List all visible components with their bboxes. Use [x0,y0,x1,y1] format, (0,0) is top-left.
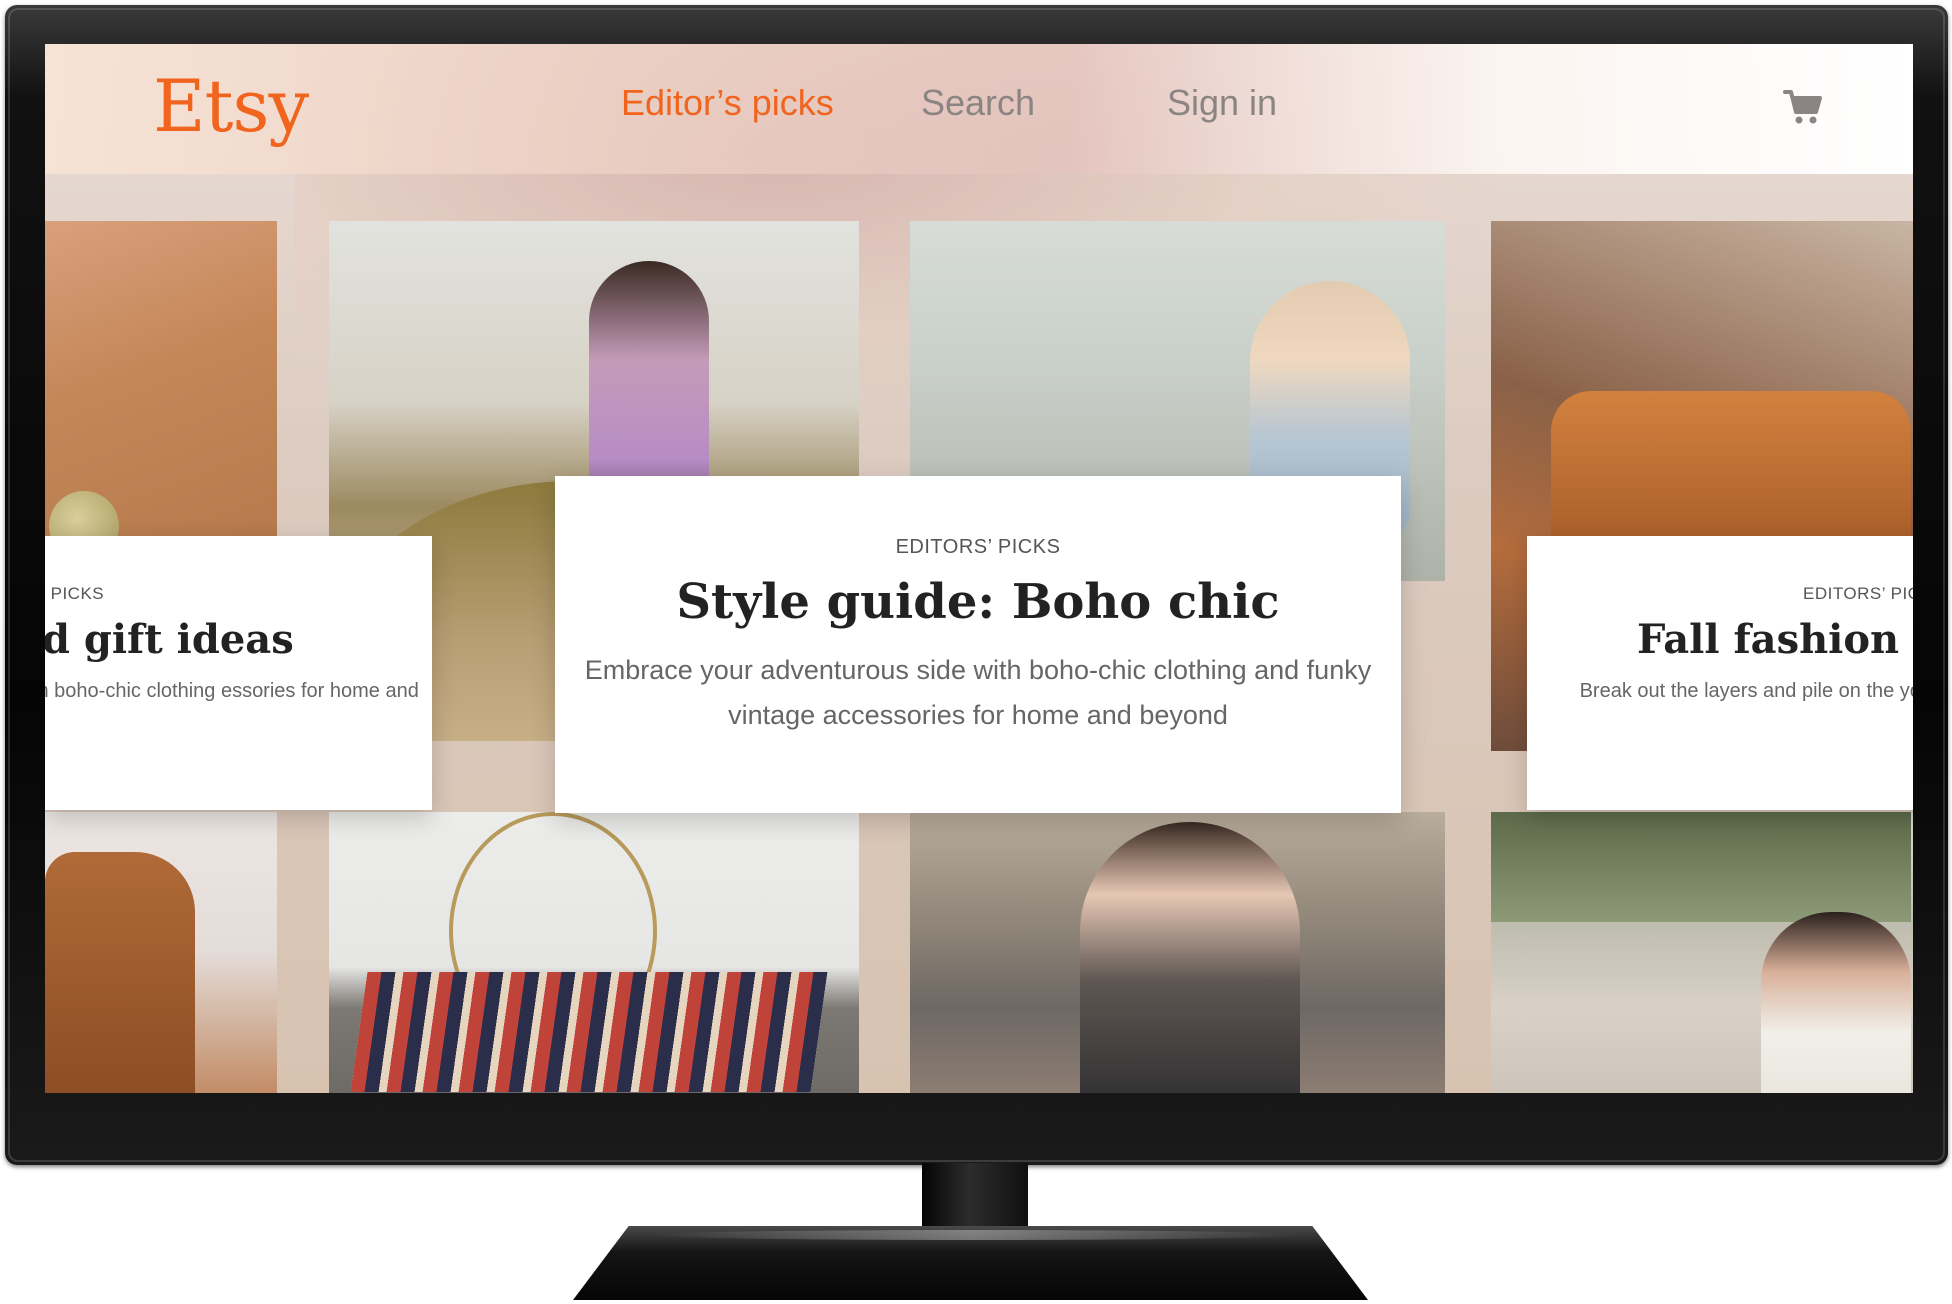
card-title: kind gift ideas [45,616,294,663]
card-gift-ideas[interactable]: EDITORS’ PICKS kind gift ideas ous side … [45,536,432,810]
card-description: ous side with boho-chic clothing essorie… [45,680,419,702]
card-kicker: EDITORS’ PICKS [45,584,105,603]
tv-base-highlight [650,1230,1300,1240]
card-kicker: EDITORS’ PIC [1803,584,1913,603]
card-kicker: EDITORS’ PICKS [895,536,1061,558]
cart-icon[interactable] [1781,84,1825,128]
tv-stand-neck [922,1163,1028,1233]
tile-pendant[interactable] [45,221,277,541]
card-title: Style guide: Boho chic [676,574,1280,630]
top-nav-bar: Etsy Editor’s picks Search Sign in [45,44,1913,174]
card-style-guide-boho-chic[interactable]: EDITORS’ PICKS Style guide: Boho chic Em… [555,476,1401,813]
dreamcatcher-model-image [1761,912,1911,1093]
tile-knit-sweater[interactable] [910,812,1445,1093]
knit-sweater-model-image [1080,822,1300,1093]
etsy-logo[interactable]: Etsy [153,64,309,148]
tv-screen: EDITORS’ PICKS kind gift ideas ous side … [45,44,1913,1093]
tile-rug-decor[interactable] [329,812,859,1093]
boot-image [45,852,195,1093]
pendant-image [49,491,119,541]
trees-image [1491,812,1911,922]
tile-dreamcatcher[interactable] [1491,812,1913,1093]
nav-sign-in[interactable]: Sign in [1167,82,1277,124]
card-title: Fall fashion ac [1637,616,1913,663]
tile-boots[interactable] [45,812,277,1093]
card-description: Embrace your adventurous side with boho-… [584,655,1372,730]
rug-image [350,972,828,1092]
nav-search[interactable]: Search [921,82,1035,124]
card-fall-fashion[interactable]: EDITORS’ PIC Fall fashion ac Break out t… [1527,536,1913,810]
card-description: Break out the layers and pile on the you… [1579,680,1913,702]
nav-editors-picks[interactable]: Editor’s picks [621,82,834,124]
